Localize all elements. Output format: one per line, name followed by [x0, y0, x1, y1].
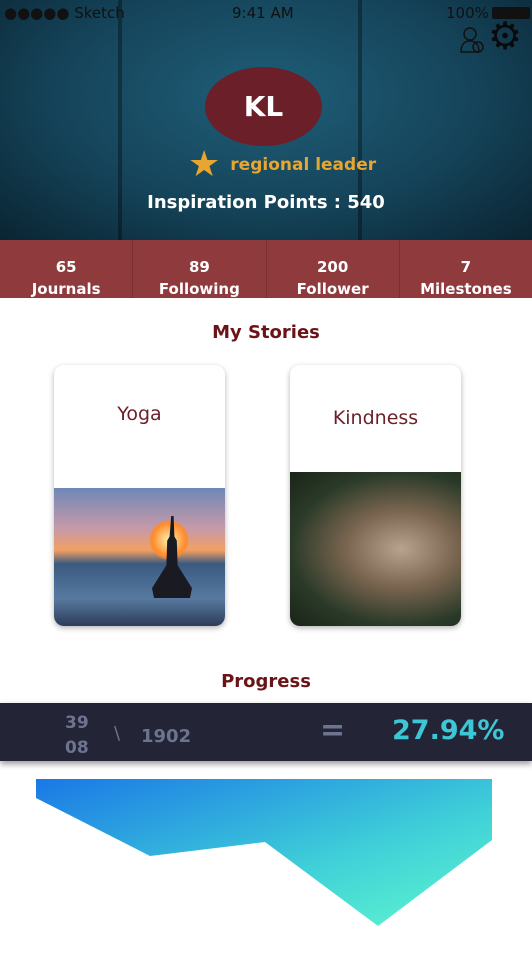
progress-area [36, 779, 492, 926]
stat-value: 65 [55, 258, 77, 276]
progress-bar: 39 08 \ 1902 = 27.94% [0, 703, 532, 761]
status-bar: ●●●●● Sketch 9:41 AM 100% [0, 4, 532, 24]
story-card-kindness[interactable]: Kindness [290, 365, 461, 626]
progress-title: Progress [221, 671, 311, 692]
star-icon: ★ [188, 144, 221, 185]
stat-value: 7 [460, 258, 472, 276]
total: 1902 [141, 726, 192, 747]
story-title: Kindness [332, 407, 419, 429]
settings-gear-icon[interactable]: ⚙ [488, 17, 524, 55]
stat-label: Milestones [420, 280, 512, 298]
avatar[interactable]: KL [205, 67, 322, 146]
numerator-top: 39 [65, 713, 89, 733]
kitten-image [290, 472, 461, 626]
add-friend-icon[interactable] [460, 26, 484, 54]
stat-value: 200 [316, 258, 349, 276]
stat-follower[interactable]: 200 Follower [267, 240, 400, 298]
yoga-image [54, 488, 225, 626]
my-stories-title: My Stories [212, 322, 320, 343]
story-title: Yoga [117, 403, 162, 425]
rank-badge: ★ regional leader [188, 147, 376, 183]
progress-percent: 27.94% [392, 715, 505, 746]
equals: = [320, 713, 346, 748]
numerator-bottom: 08 [65, 738, 89, 758]
stat-value: 89 [188, 258, 210, 276]
profile-header: ●●●●● Sketch 9:41 AM 100% ⚙ KL ★ regiona… [0, 0, 532, 240]
stat-journals[interactable]: 65 Journals [0, 240, 134, 298]
time: 9:41 AM [232, 4, 294, 22]
stat-label: Following [158, 280, 240, 298]
stats-bar: 65 Journals 89 Following 200 Follower 7 Mile… [0, 240, 532, 298]
separator: \ [114, 723, 121, 744]
stat-milestones[interactable]: 7 Milestones [400, 240, 532, 298]
stat-label: Follower [296, 280, 369, 298]
battery-level: 100% [446, 4, 489, 22]
inspiration-points: Inspiration Points : 540 [147, 192, 385, 213]
progress-chart [36, 779, 492, 926]
carrier: ●●●●● Sketch [4, 4, 125, 22]
story-card-yoga[interactable]: Yoga [54, 365, 225, 626]
rank-label: regional leader [230, 155, 377, 175]
stat-label: Journals [31, 280, 101, 298]
stat-following[interactable]: 89 Following [133, 240, 267, 298]
